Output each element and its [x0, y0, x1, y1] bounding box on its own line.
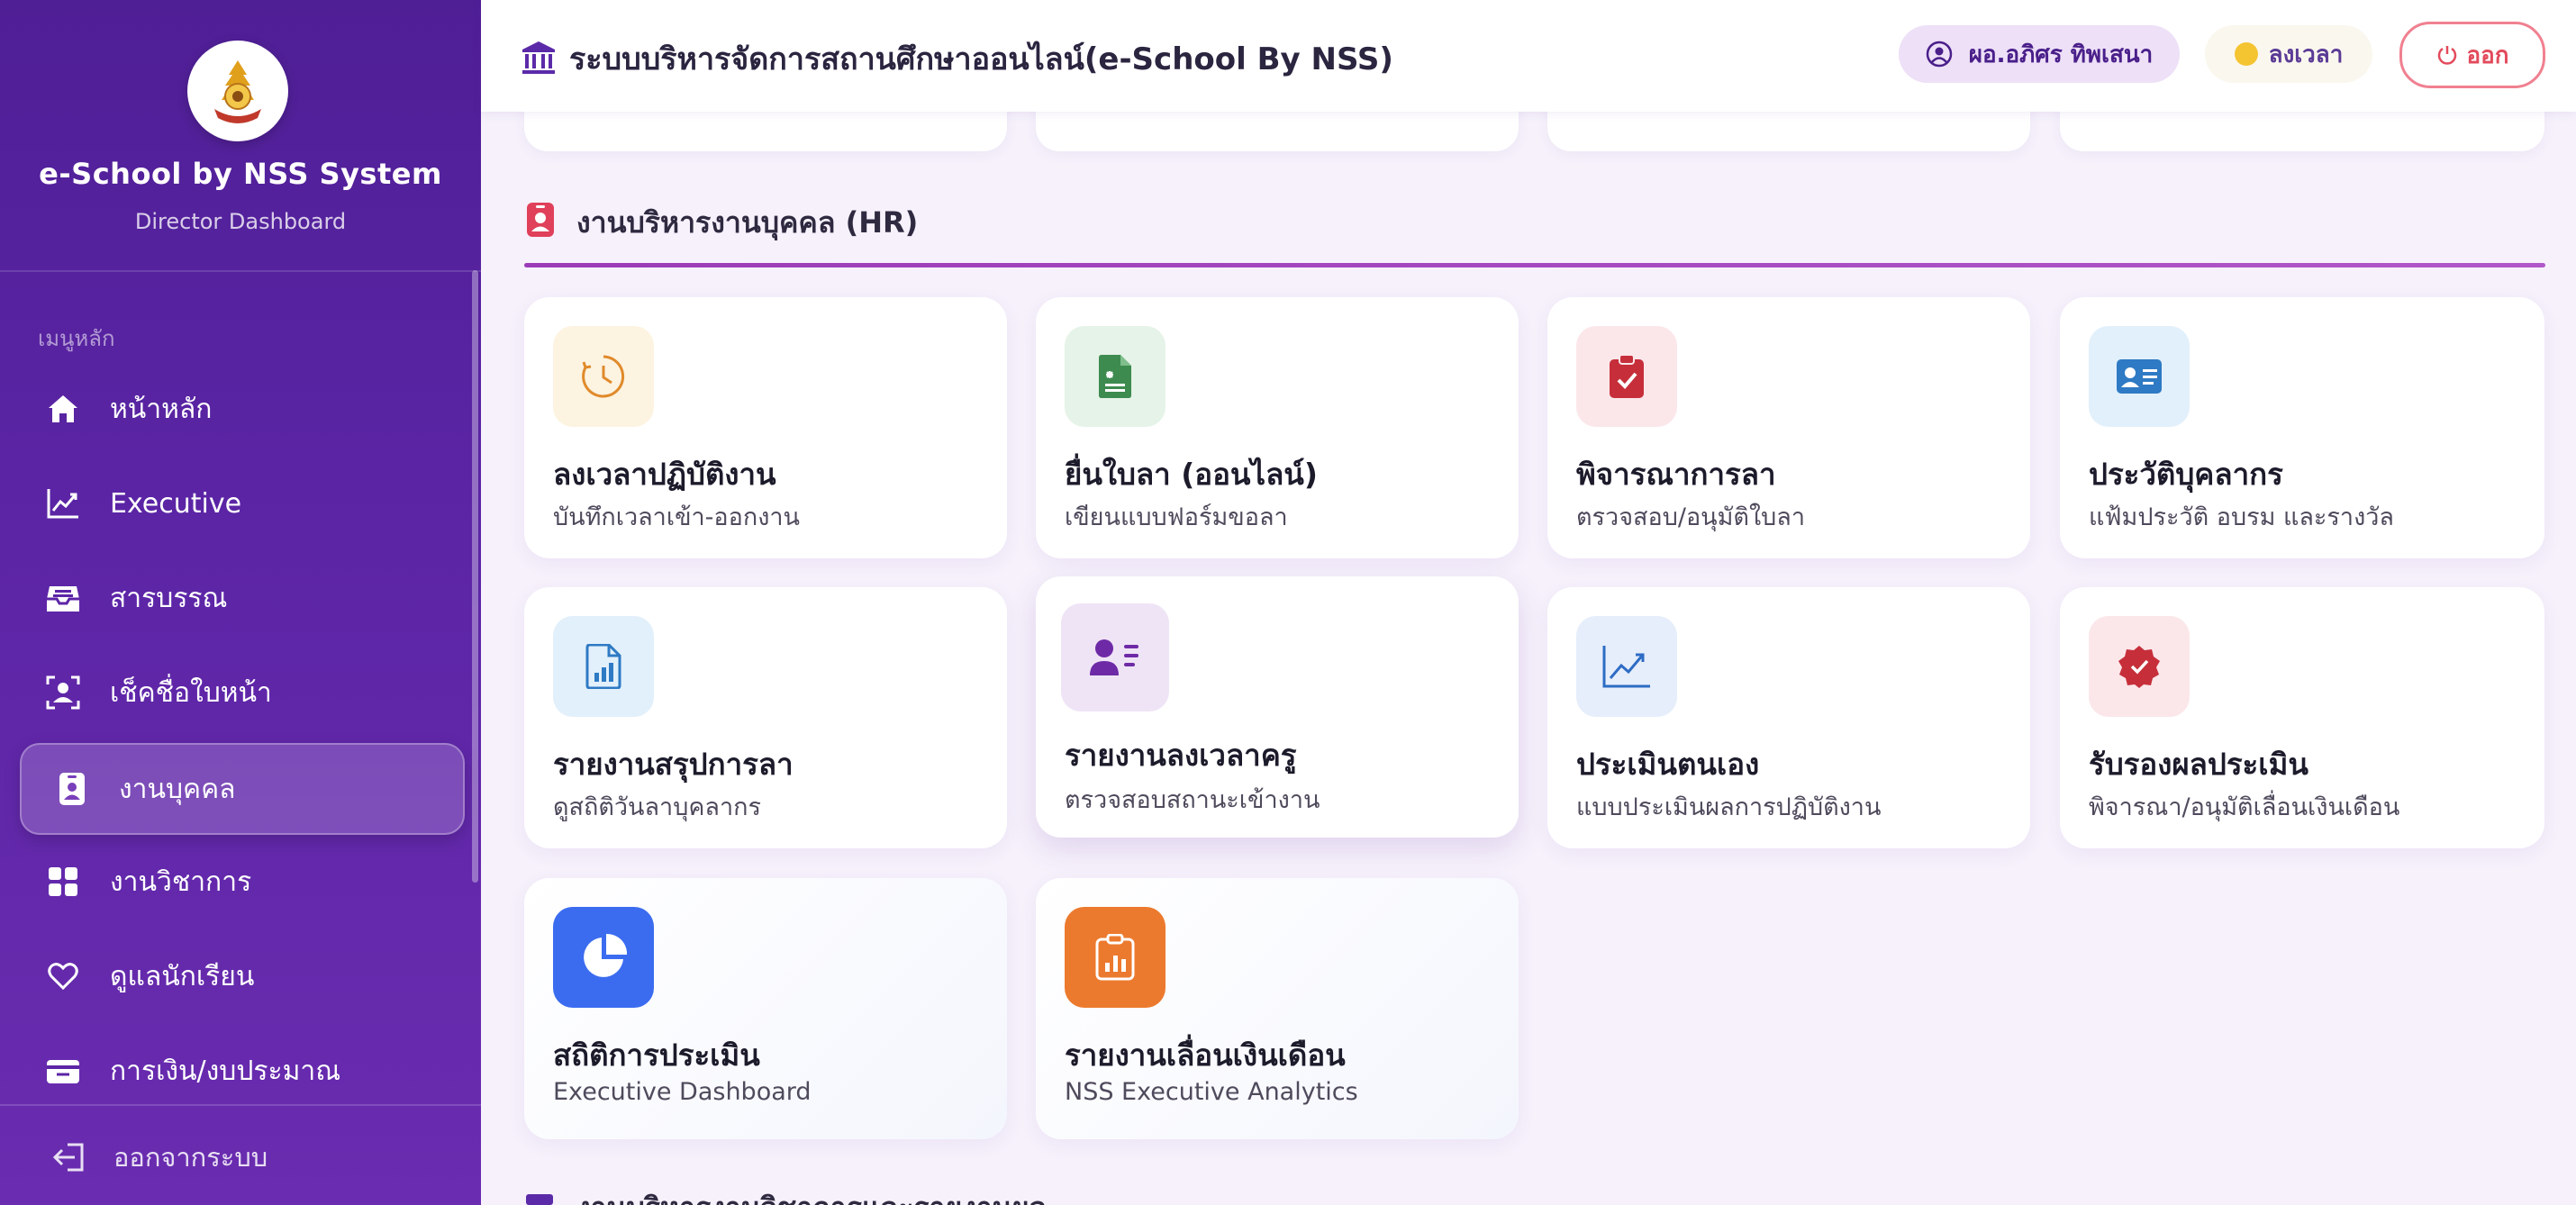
card-title: รายงานลงเวลาครู	[1065, 738, 1297, 773]
logout-button[interactable]: ออกจากระบบ	[50, 1137, 268, 1178]
logout-label: ออกจากระบบ	[113, 1142, 268, 1173]
card-subtitle: แฟ้มประวัติ อบรม และรางวัล	[2089, 503, 2394, 531]
card-title: ลงเวลาปฏิบัติงาน	[553, 457, 776, 492]
section-divider	[524, 263, 2545, 267]
sidebar-item-executive[interactable]: Executive	[20, 459, 461, 548]
brand-title: e-School by NSS System	[39, 157, 442, 191]
grid-icon	[43, 862, 83, 901]
id-card-icon	[2089, 326, 2190, 427]
card-subtitle: Executive Dashboard	[553, 1078, 812, 1106]
id-badge-icon	[52, 769, 92, 809]
section-id-badge-icon	[526, 202, 555, 238]
card-title: สถิติการประเมิน	[553, 1037, 760, 1073]
section-title: งานบริหารงานบุคคล (HR)	[576, 205, 919, 240]
user-profile-button[interactable]: ผอ.อภิศร ทิพเสนา	[1899, 25, 2180, 83]
clock-in-button[interactable]: ลงเวลา	[2205, 25, 2372, 83]
user-circle-icon	[1926, 41, 1953, 68]
power-icon	[2436, 44, 2458, 66]
card-subtitle: เขียนแบบฟอร์มขอลา	[1065, 503, 1288, 531]
file-medical-icon	[1065, 326, 1166, 427]
sidebar-scrollbar[interactable]	[472, 270, 478, 883]
hr-card-leave-summary[interactable]: รายงานสรุปการลา ดูสถิติวันลาบุคลากร	[524, 587, 1007, 848]
hr-card-evaluation-statistics[interactable]: สถิติการประเมิน Executive Dashboard	[524, 878, 1007, 1139]
certificate-check-icon	[2089, 616, 2190, 717]
card-title: รับรองผลประเมิน	[2089, 747, 2308, 782]
sidebar-item-student-care[interactable]: ดูแลนักเรียน	[20, 932, 461, 1020]
chart-line-icon	[43, 484, 83, 523]
hr-card-teacher-attendance-report[interactable]: รายงานลงเวลาครู ตรวจสอบสถานะเข้างาน	[1036, 576, 1519, 838]
exit-button[interactable]: ออก	[2399, 22, 2545, 88]
card-title: รายงานสรุปการลา	[553, 747, 794, 782]
exit-label: ออก	[2466, 41, 2509, 69]
inbox-icon	[43, 578, 83, 618]
card-title: พิจารณาการลา	[1576, 457, 1776, 492]
sidebar-item-label: เช็คชื่อใบหน้า	[110, 676, 272, 709]
card-subtitle: แบบประเมินผลการปฏิบัติงาน	[1576, 793, 1882, 821]
card-title: ยื่นใบลา (ออนไลน์)	[1065, 457, 1318, 492]
home-icon	[43, 389, 83, 429]
sidebar-item-home[interactable]: หน้าหลัก	[20, 365, 461, 453]
clock-in-label: ลงเวลา	[2268, 41, 2344, 68]
clipboard-check-icon	[1576, 326, 1677, 427]
user-name: ผอ.อภิศร ทิพเสนา	[1968, 41, 2154, 68]
sidebar-item-label: งานวิชาการ	[110, 865, 252, 898]
clock-icon	[553, 326, 654, 427]
clock-dot-icon	[2234, 42, 2258, 66]
hr-card-leave-approval[interactable]: พิจารณาการลา ตรวจสอบ/อนุมัติใบลา	[1547, 297, 2030, 558]
card-subtitle: บันทึกเวลาเข้า-ออกงาน	[553, 503, 801, 531]
wallet-icon	[43, 1051, 83, 1091]
card-title: รายงานเลื่อนเงินเดือน	[1065, 1037, 1346, 1073]
hr-card-time-attendance[interactable]: ลงเวลาปฏิบัติงาน บันทึกเวลาเข้า-ออกงาน	[524, 297, 1007, 558]
sidebar-item-label: สารบรรณ	[110, 582, 228, 614]
sidebar: e-School by NSS System Director Dashboar…	[0, 0, 481, 1205]
next-section-title: งานบริหารงานวิชาการและรายงานผล	[576, 1185, 1047, 1205]
hr-card-salary-report[interactable]: รายงานเลื่อนเงินเดือน NSS Executive Anal…	[1036, 878, 1519, 1139]
card-subtitle: ตรวจสอบ/อนุมัติใบลา	[1576, 503, 1805, 531]
brand-subtitle: Director Dashboard	[134, 209, 347, 234]
sidebar-item-label: หน้าหลัก	[110, 393, 213, 425]
sidebar-item-label: การเงิน/งบประมาณ	[110, 1055, 341, 1087]
card-subtitle: พิจารณา/อนุมัติเลื่อนเงินเดือน	[2089, 793, 2400, 821]
card-title: ประวัติบุคลากร	[2089, 457, 2283, 492]
trend-chart-icon	[1576, 616, 1677, 717]
hr-card-leave-request[interactable]: ยื่นใบลา (ออนไลน์) เขียนแบบฟอร์มขอลา	[1036, 297, 1519, 558]
sign-out-icon	[50, 1139, 86, 1175]
face-scan-icon	[43, 673, 83, 712]
hr-card-self-assessment[interactable]: ประเมินตนเอง แบบประเมินผลการปฏิบัติงาน	[1547, 587, 2030, 848]
sidebar-item-label: Executive	[110, 487, 242, 520]
sidebar-item-finance[interactable]: การเงิน/งบประมาณ	[20, 1027, 461, 1115]
file-chart-icon	[553, 616, 654, 717]
top-header: ระบบบริหารจัดการสถานศึกษาออนไลน์(e-Schoo…	[481, 0, 2576, 112]
sidebar-item-academic[interactable]: งานวิชาการ	[20, 838, 461, 926]
school-logo	[187, 41, 288, 141]
sidebar-item-face-check[interactable]: เช็คชื่อใบหน้า	[20, 648, 461, 737]
page-title: ระบบบริหารจัดการสถานศึกษาออนไลน์(e-Schoo…	[569, 41, 1393, 77]
university-icon	[521, 40, 557, 76]
heart-icon	[43, 956, 83, 996]
card-subtitle: ตรวจสอบสถานะเข้างาน	[1065, 786, 1320, 814]
hr-card-evaluation-approval[interactable]: รับรองผลประเมิน พิจารณา/อนุมัติเลื่อนเงิ…	[2060, 587, 2544, 848]
card-subtitle: NSS Executive Analytics	[1065, 1078, 1358, 1106]
pie-chart-icon	[553, 907, 654, 1008]
report-chart-icon	[1065, 907, 1166, 1008]
sidebar-item-personnel[interactable]: งานบุคคล	[20, 743, 465, 835]
sidebar-item-label: ดูแลนักเรียน	[110, 960, 255, 992]
sidebar-item-label: งานบุคคล	[119, 773, 236, 805]
sidebar-item-documents[interactable]: สารบรรณ	[20, 554, 461, 642]
card-title: ประเมินตนเอง	[1576, 747, 1760, 782]
card-subtitle: ดูสถิติวันลาบุคลากร	[553, 793, 761, 821]
hr-card-personnel-history[interactable]: ประวัติบุคลากร แฟ้มประวัติ อบรม และรางวั…	[2060, 297, 2544, 558]
next-section-icon	[526, 1194, 553, 1205]
sidebar-brand: e-School by NSS System Director Dashboar…	[0, 0, 481, 272]
user-list-icon	[1061, 603, 1169, 711]
menu-section-label: เมนูหลัก	[38, 326, 115, 351]
